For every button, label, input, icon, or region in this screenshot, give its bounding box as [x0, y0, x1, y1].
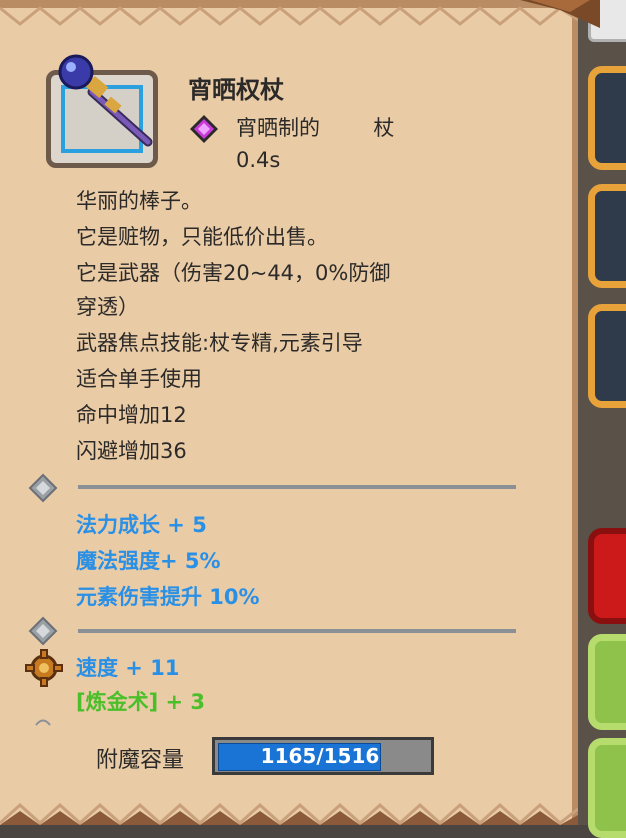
stat-speed: 速度 + 11 [76, 656, 180, 680]
small-arc-icon [35, 719, 51, 726]
divider-diamond-icon [28, 473, 58, 503]
desc-line-6: 适合单手使用 [76, 367, 202, 391]
bottom-zigzag-border [0, 802, 578, 825]
divider-diamond-icon [28, 616, 58, 646]
item-speed: 0.4s [236, 148, 281, 172]
section-divider-2 [78, 629, 516, 633]
gear-enchant-icon [25, 649, 63, 687]
side-slot-2[interactable] [588, 184, 626, 288]
desc-line-8: 闪避增加36 [76, 439, 187, 463]
side-red-button[interactable] [588, 528, 626, 624]
enchant-capacity-value: 1165/1516 [260, 744, 380, 768]
desc-line-4: 穿透） [76, 295, 139, 319]
side-green-button-2[interactable] [588, 738, 626, 838]
section-divider-1 [78, 485, 516, 489]
enchant-capacity-bar: 1165/1516 [212, 737, 434, 775]
corner-ornament [520, 0, 600, 28]
magic-staff-icon [58, 54, 153, 147]
side-slot-3[interactable] [588, 304, 626, 408]
item-name: 宵晒权杖 [188, 76, 284, 104]
item-tooltip-panel: 宵晒权杖 宵晒制的 杖 0.4s 华丽的棒子。 它是赃物，只能低价出售。 它是武… [0, 0, 600, 825]
desc-line-3: 它是武器（伤害20~44，0%防御 [76, 261, 391, 285]
stat-alchemy: [炼金术] + 3 [76, 690, 206, 714]
stat-mana-growth: 法力成长 + 5 [76, 513, 207, 537]
desc-line-2: 它是赃物，只能低价出售。 [76, 225, 328, 249]
desc-line-7: 命中增加12 [76, 403, 187, 427]
enchant-capacity-label: 附魔容量 [96, 748, 185, 773]
side-green-button-1[interactable] [588, 634, 626, 730]
item-type: 宵晒制的 杖 [236, 116, 395, 140]
desc-line-5: 武器焦点技能:杖专精,元素引导 [76, 331, 363, 355]
top-zigzag-border [0, 0, 578, 26]
stat-elemental-damage: 元素伤害提升 10% [76, 585, 260, 609]
purple-gem-diamond-icon [190, 115, 218, 143]
stat-magic-power: 魔法强度+ 5% [76, 549, 221, 573]
desc-line-1: 华丽的棒子。 [76, 189, 202, 213]
side-slot-1[interactable] [588, 66, 626, 170]
